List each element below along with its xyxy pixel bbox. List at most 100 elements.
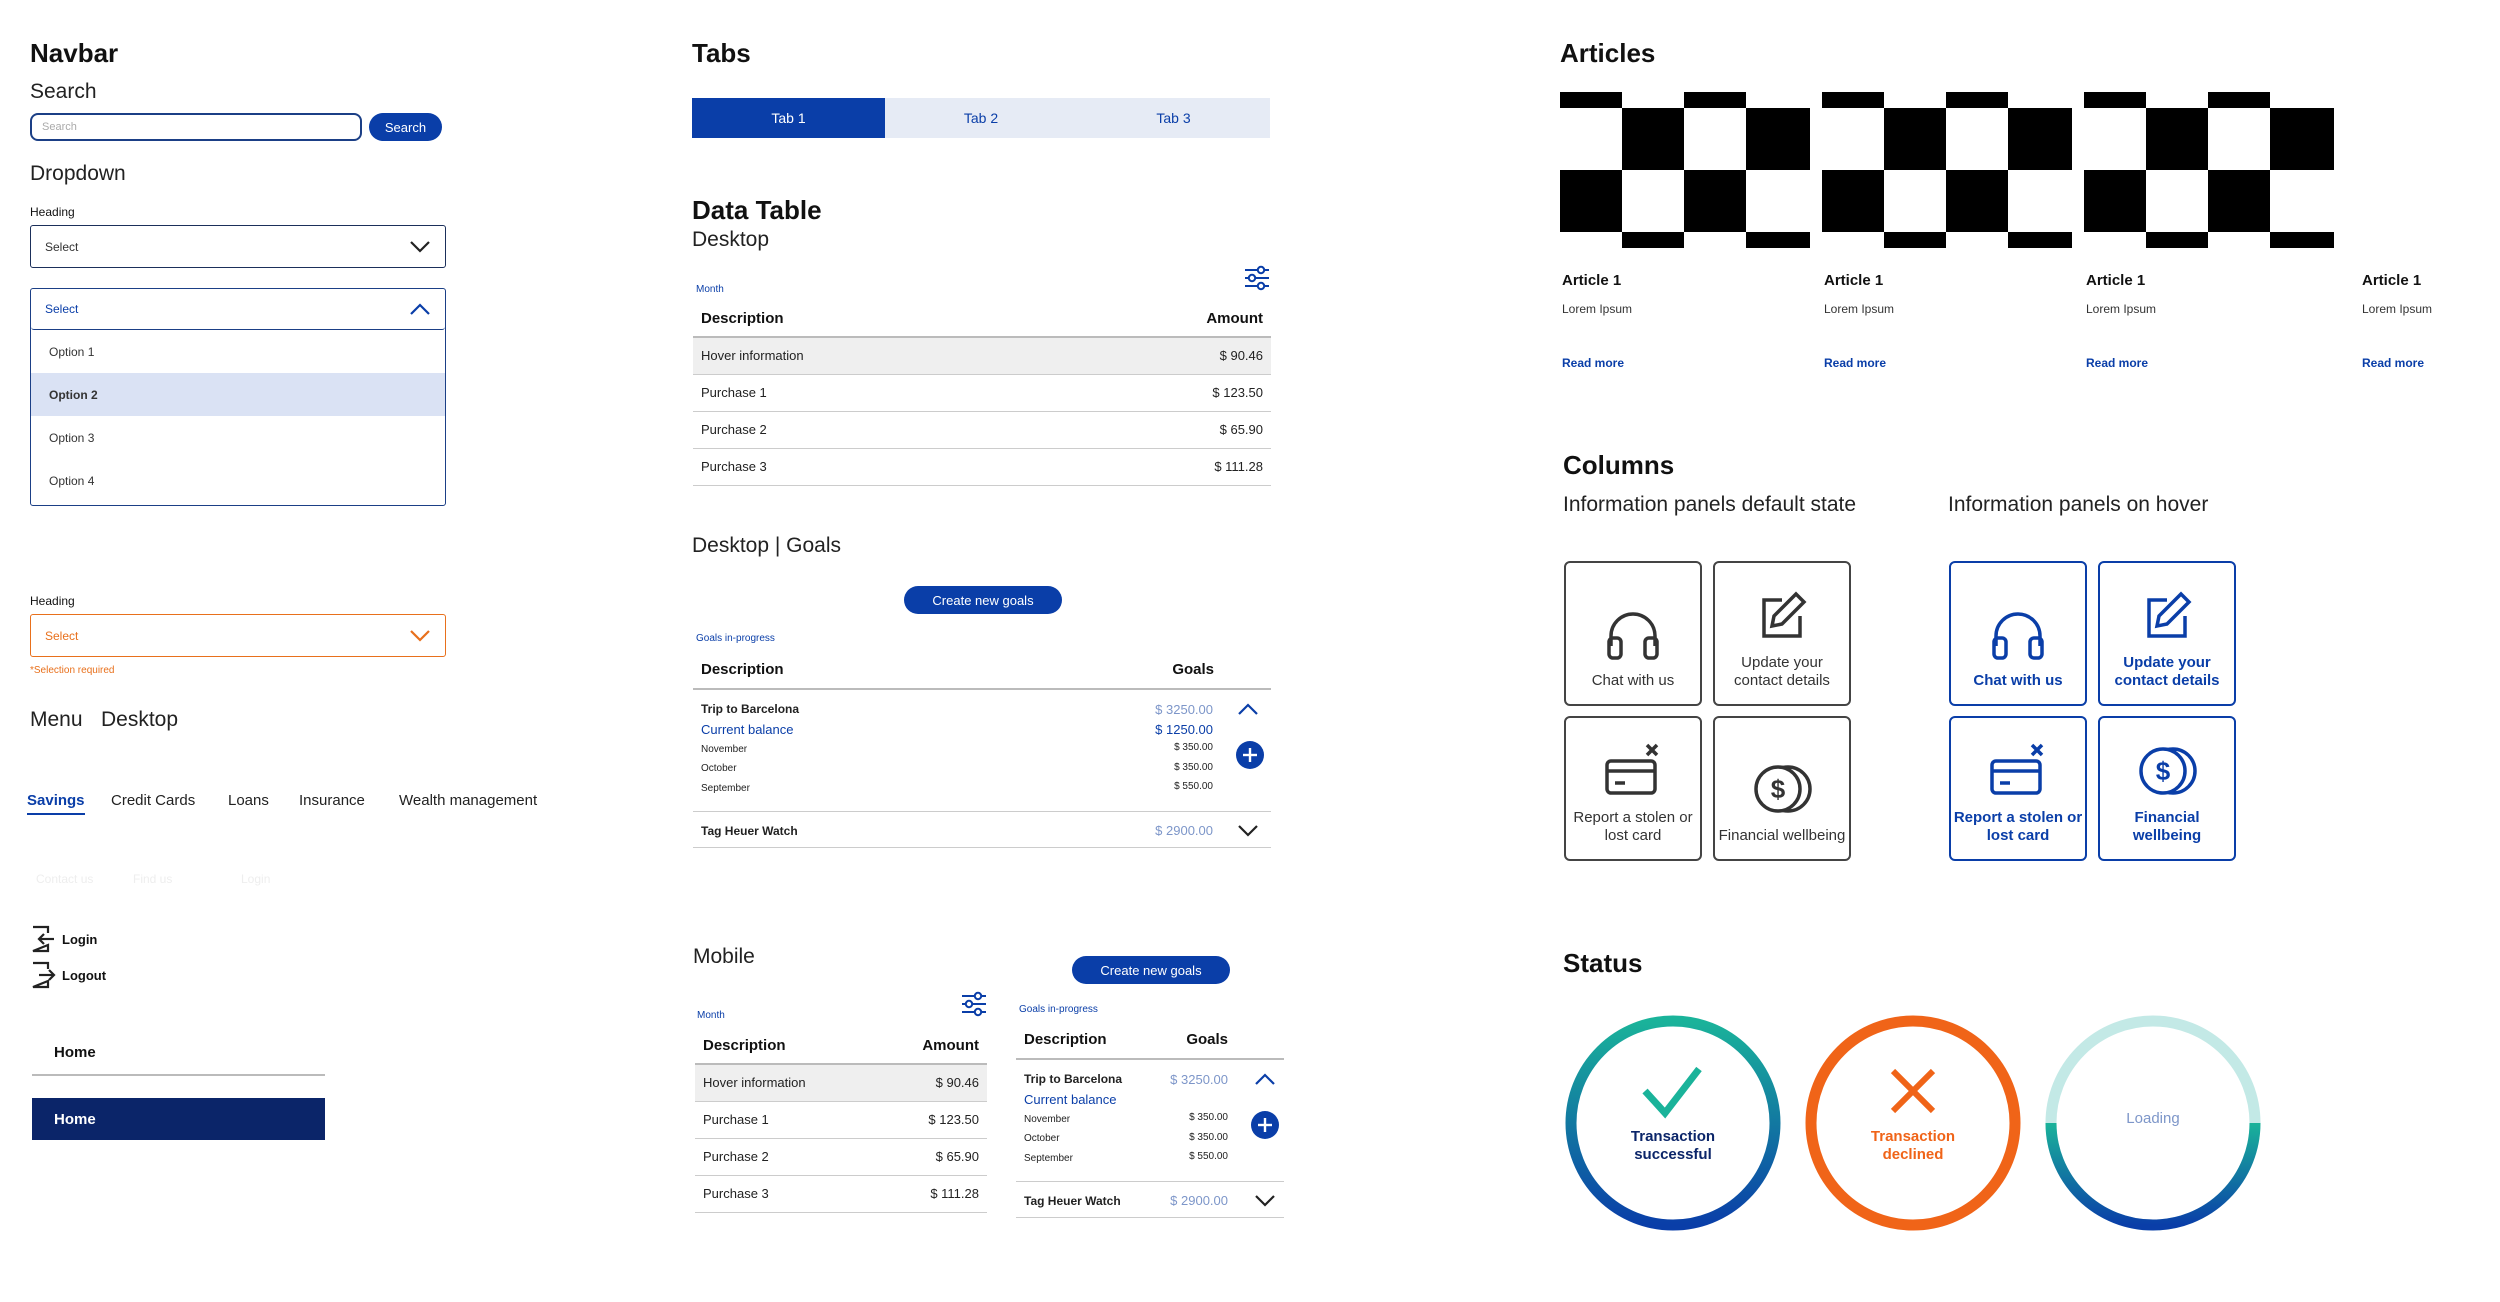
search-input[interactable]: Search [30,113,362,141]
create-goals-button-mobile[interactable]: Create new goals [1072,956,1230,984]
article-title: Article 1 [1824,272,1884,289]
select-dropdown[interactable]: Select [30,225,446,268]
card-update-details[interactable]: Update your contact details [1713,561,1851,706]
article-image-3[interactable] [2084,92,2334,248]
chevron-down-icon[interactable] [1254,1194,1276,1208]
read-more-link[interactable]: Read more [2362,356,2424,370]
home-nav-item-active[interactable]: Home [32,1098,325,1140]
chevron-up-icon[interactable] [1254,1072,1276,1086]
tab-3[interactable]: Tab 3 [1077,98,1270,138]
logout-link[interactable]: Logout [30,961,106,989]
search-button[interactable]: Search [369,113,442,141]
col-amount[interactable]: Amount [1051,300,1271,338]
row-desc: Purchase 1 [693,374,1052,412]
table-row[interactable]: Purchase 3 $ 111.28 [695,1175,987,1213]
svg-text:$: $ [1771,774,1786,804]
goals-col-description: Description [701,660,784,678]
table-row[interactable]: Purchase 2 $ 65.90 [695,1138,987,1176]
dropdown-heading-error: Heading [30,594,75,608]
dropdown-option-2[interactable]: Option 2 [31,373,445,416]
table-row[interactable]: Purchase 1 $ 123.50 [693,374,1271,412]
dropdown-heading: Heading [30,205,75,219]
row-desc: Hover information [693,337,1052,375]
select-open-header[interactable]: Select [31,289,445,330]
goal1-month-value: $ 550.00 [1189,1151,1228,1162]
read-more-link[interactable]: Read more [1562,356,1624,370]
row-desc: Purchase 2 [693,411,1052,449]
menu-item-wealth[interactable]: Wealth management [399,792,537,809]
chevron-up-icon[interactable] [1237,702,1259,716]
mobile-goal-row-collapsed[interactable]: Tag Heuer Watch $ 2900.00 [1016,1182,1284,1218]
row-amount: $ 123.50 [876,1101,987,1139]
chevron-down-icon[interactable] [1237,824,1259,838]
goal2-amount: $ 2900.00 [1170,1193,1228,1208]
card-report-stolen[interactable]: Report a stolen or lost card [1564,716,1702,861]
edit-icon [1762,591,1807,638]
card-update-details-hover[interactable]: Update your contact details [2098,561,2236,706]
home-nav-item[interactable]: Home [32,1030,325,1076]
create-goals-button[interactable]: Create new goals [904,586,1062,614]
dropdown-option-1[interactable]: Option 1 [31,330,445,373]
goal1-month: November [701,744,748,755]
goal1-month-value: $ 350.00 [1189,1112,1228,1123]
row-amount: $ 90.46 [1051,337,1271,375]
table-row[interactable]: Hover information $ 90.46 [693,337,1271,375]
col-description[interactable]: Description [695,1027,877,1065]
dropdown-option-4[interactable]: Option 4 [31,459,445,502]
menu-item-credit-cards[interactable]: Credit Cards [111,792,195,809]
select-dropdown-error[interactable]: Select [30,614,446,657]
read-more-link[interactable]: Read more [2086,356,2148,370]
svg-text:$: $ [2156,756,2171,786]
table-row[interactable]: Purchase 3 $ 111.28 [693,448,1271,486]
card-report-stolen-hover[interactable]: Report a stolen or lost card [1949,716,2087,861]
card-financial-wellbeing-hover[interactable]: $ Financial wellbeing [2098,716,2236,861]
goal1-month: October [1024,1133,1060,1144]
article-image-2[interactable] [1822,92,2072,248]
add-circle-icon[interactable] [1250,1110,1280,1140]
filter-icon[interactable] [1243,264,1271,292]
card-financial-wellbeing[interactable]: $ Financial wellbeing [1713,716,1851,861]
table-row[interactable]: Hover information $ 90.46 [695,1064,987,1102]
goals-col-goals: Goals [1172,660,1214,678]
tab-2[interactable]: Tab 2 [885,98,1077,138]
select-error-value: Select [45,628,79,643]
goals-col-goals: Goals [1186,1030,1228,1048]
ghost-item-login[interactable]: Login [241,872,270,886]
article-body: Lorem Ipsum [1824,302,1895,316]
goal-row-collapsed[interactable]: Tag Heuer Watch $ 2900.00 [693,812,1271,848]
read-more-link[interactable]: Read more [1824,356,1886,370]
article-body: Lorem Ipsum [2362,302,2433,316]
login-link[interactable]: Login [30,925,97,953]
goal1-month: November [1024,1114,1071,1125]
card-chat-with-us[interactable]: Chat with us [1564,561,1702,706]
goal-row-expanded[interactable]: Trip to Barcelona $ 3250.00 Current bala… [693,692,1271,812]
card-label: Update your contact details [2114,654,2220,689]
card-chat-with-us-hover[interactable]: Chat with us [1949,561,2087,706]
table-row[interactable]: Purchase 2 $ 65.90 [693,411,1271,449]
goal1-name: Trip to Barcelona [701,702,800,716]
dropdown-open: Select Option 1 Option 2 Option 3 Option… [30,288,446,506]
ghost-item-contact[interactable]: Contact us [36,872,93,886]
goal1-month-value: $ 350.00 [1174,742,1213,753]
row-amount: $ 111.28 [876,1175,987,1213]
mobile-goal-row-expanded[interactable]: Trip to Barcelona $ 3250.00 Current bala… [1016,1062,1284,1182]
menu-item-savings[interactable]: Savings [27,792,85,815]
col-description[interactable]: Description [693,300,1052,338]
col-amount[interactable]: Amount [876,1027,987,1065]
dropdown-option-3[interactable]: Option 3 [31,416,445,459]
login-label: Login [62,931,98,947]
filter-icon[interactable] [960,990,988,1018]
chevron-up-icon [410,303,430,315]
edit-icon [2147,591,2192,638]
goal1-balance-label: Current balance [1024,1092,1117,1107]
article-image-1[interactable] [1560,92,1810,248]
table-row[interactable]: Purchase 1 $ 123.50 [695,1101,987,1139]
row-desc: Purchase 3 [695,1175,877,1213]
card-cancel-icon [1990,743,2044,795]
add-circle-icon[interactable] [1235,740,1265,770]
tab-1[interactable]: Tab 1 [692,98,885,138]
goal1-amount: $ 3250.00 [1155,702,1213,717]
ghost-item-find[interactable]: Find us [133,872,172,886]
menu-item-insurance[interactable]: Insurance [299,792,365,809]
menu-item-loans[interactable]: Loans [228,792,269,809]
